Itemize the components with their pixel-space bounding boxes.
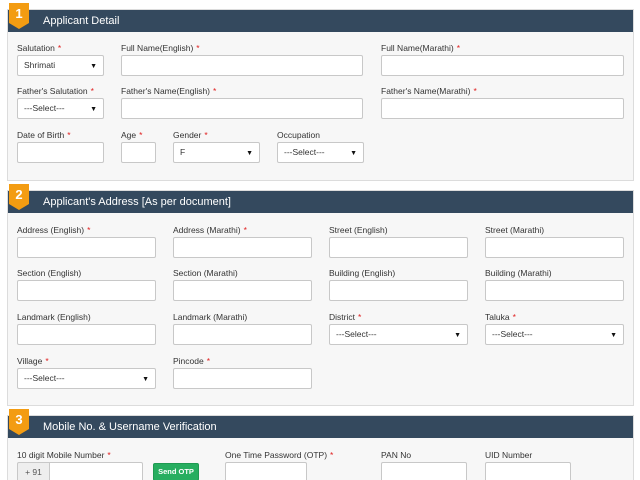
district-label: District * (329, 312, 362, 322)
uid-label: UID Number (485, 450, 533, 460)
village-select[interactable]: ---Select--- ▼ (17, 368, 156, 389)
father-name-english-input[interactable] (121, 98, 363, 119)
address-marathi-label: Address (Marathi) * (173, 225, 247, 235)
mobile-verification-panel: Mobile No. & Username Verification 10 di… (7, 415, 634, 480)
building-marathi-label: Building (Marathi) (485, 268, 552, 278)
landmark-english-input[interactable] (17, 324, 156, 345)
step-2-badge: 2 (9, 184, 29, 210)
chevron-down-icon: ▼ (454, 332, 461, 339)
pan-input[interactable] (381, 462, 467, 480)
send-otp-button[interactable]: Send OTP (153, 463, 199, 480)
father-name-marathi-label: Father's Name(Marathi) * (381, 86, 477, 96)
country-code-prefix: + 91 (17, 462, 50, 480)
uid-input[interactable] (485, 462, 571, 480)
fullname-english-label: Full Name(English) * (121, 43, 200, 53)
father-salutation-select[interactable]: ---Select--- ▼ (17, 98, 104, 119)
chevron-down-icon: ▼ (610, 332, 617, 339)
landmark-marathi-label: Landmark (Marathi) (173, 312, 248, 322)
mobile-number-input[interactable] (49, 462, 143, 480)
taluka-select[interactable]: ---Select--- ▼ (485, 324, 624, 345)
father-name-english-label: Father's Name(English) * (121, 86, 217, 96)
section-header: Applicant Detail (8, 10, 633, 32)
building-english-input[interactable] (329, 280, 468, 301)
fullname-marathi-input[interactable] (381, 55, 624, 76)
gender-select[interactable]: F ▼ (173, 142, 260, 163)
applicant-detail-panel: Applicant Detail Salutation * Shrimati ▼ F… (7, 9, 634, 181)
address-marathi-input[interactable] (173, 237, 312, 258)
pan-label: PAN No (381, 450, 412, 460)
chevron-down-icon: ▼ (90, 106, 97, 113)
district-select[interactable]: ---Select--- ▼ (329, 324, 468, 345)
section-header: Mobile No. & Username Verification (8, 416, 633, 438)
dob-input[interactable] (17, 142, 104, 163)
street-marathi-label: Street (Marathi) (485, 225, 545, 235)
occupation-label: Occupation (277, 130, 320, 140)
dob-label: Date of Birth * (17, 130, 71, 140)
street-english-input[interactable] (329, 237, 468, 258)
taluka-label: Taluka * (485, 312, 516, 322)
age-input[interactable] (121, 142, 156, 163)
pincode-input[interactable] (173, 368, 312, 389)
address-english-input[interactable] (17, 237, 156, 258)
landmark-marathi-input[interactable] (173, 324, 312, 345)
landmark-english-label: Landmark (English) (17, 312, 91, 322)
fullname-marathi-label: Full Name(Marathi) * (381, 43, 461, 53)
fullname-english-input[interactable] (121, 55, 363, 76)
otp-label: One Time Password (OTP) * (225, 450, 334, 460)
father-name-marathi-input[interactable] (381, 98, 624, 119)
step-3-badge: 3 (9, 409, 29, 435)
chevron-down-icon: ▼ (246, 150, 253, 157)
section-english-label: Section (English) (17, 268, 82, 278)
building-english-label: Building (English) (329, 268, 396, 278)
section-marathi-input[interactable] (173, 280, 312, 301)
street-marathi-input[interactable] (485, 237, 624, 258)
village-label: Village * (17, 356, 49, 366)
address-english-label: Address (English) * (17, 225, 91, 235)
occupation-select[interactable]: ---Select--- ▼ (277, 142, 364, 163)
section-title: Applicant Detail (43, 15, 120, 27)
pincode-label: Pincode * (173, 356, 211, 366)
salutation-label: Salutation * (17, 43, 62, 53)
step-1-badge: 1 (9, 3, 29, 29)
section-title: Mobile No. & Username Verification (43, 421, 217, 433)
street-english-label: Street (English) (329, 225, 388, 235)
father-salutation-label: Father's Salutation * (17, 86, 94, 96)
chevron-down-icon: ▼ (350, 150, 357, 157)
section-english-input[interactable] (17, 280, 156, 301)
gender-label: Gender * (173, 130, 208, 140)
section-marathi-label: Section (Marathi) (173, 268, 238, 278)
building-marathi-input[interactable] (485, 280, 624, 301)
section-title: Applicant's Address [As per document] (43, 196, 231, 208)
mobile-number-label: 10 digit Mobile Number * (17, 450, 111, 460)
salutation-select[interactable]: Shrimati ▼ (17, 55, 104, 76)
otp-input[interactable] (225, 462, 307, 480)
applicant-address-panel: Applicant's Address [As per document] Ad… (7, 190, 634, 406)
chevron-down-icon: ▼ (142, 376, 149, 383)
chevron-down-icon: ▼ (90, 63, 97, 70)
section-header: Applicant's Address [As per document] (8, 191, 633, 213)
age-label: Age * (121, 130, 143, 140)
